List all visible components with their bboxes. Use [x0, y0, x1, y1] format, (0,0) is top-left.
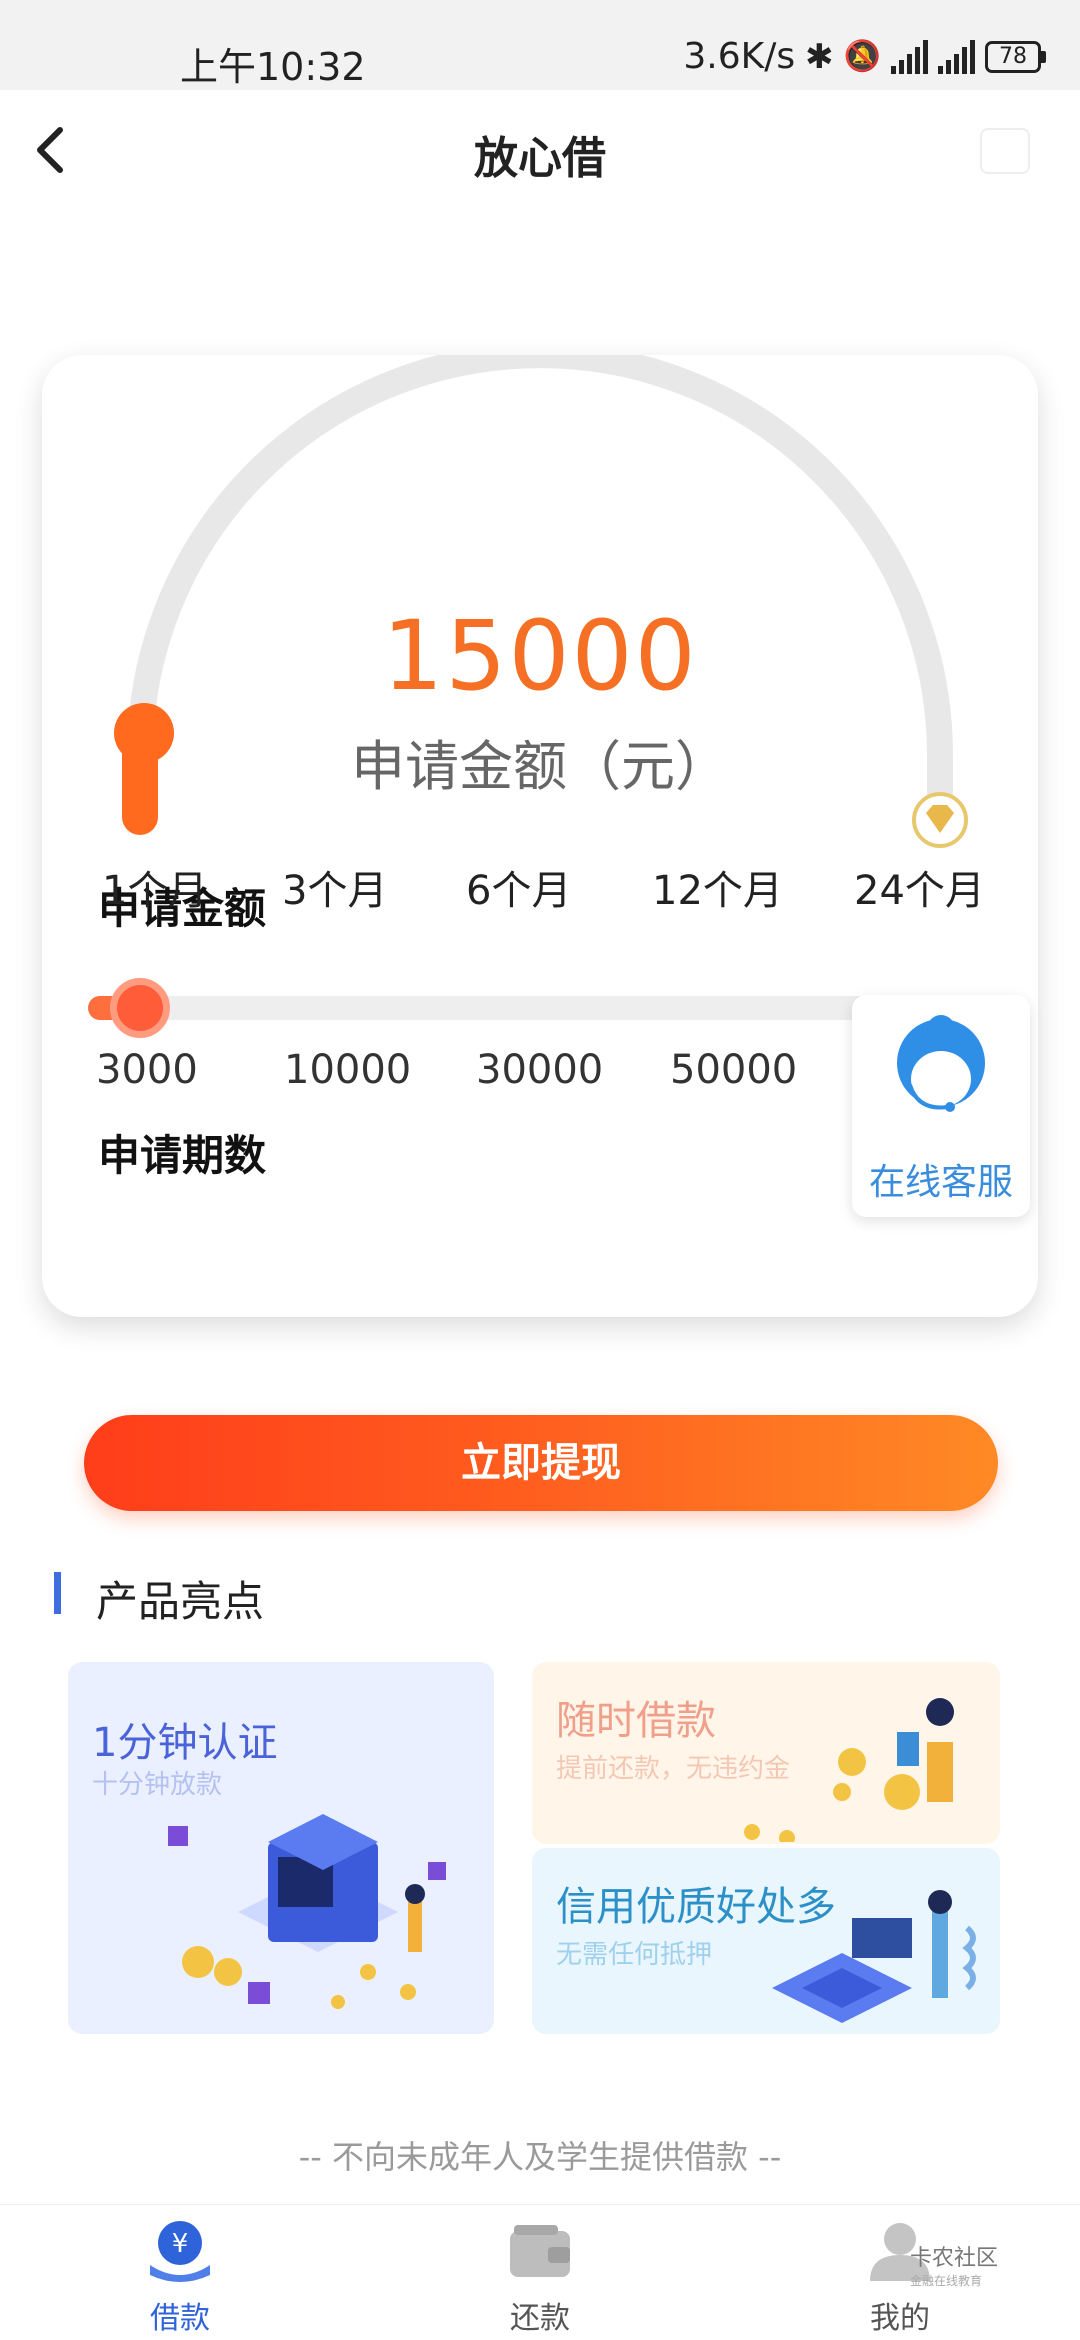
feature-subtitle: 无需任何抵押 — [556, 1940, 713, 1970]
amount-tick[interactable]: 50000 — [670, 1047, 797, 1093]
server-illustration-icon — [168, 1814, 446, 2009]
nav-label: 借款 — [150, 2301, 210, 2336]
amount-value: 15000 — [382, 600, 698, 712]
section-accent-bar — [54, 1572, 61, 1614]
disclaimer: -- 不向未成年人及学生提供借款 -- — [298, 2138, 782, 2176]
customer-service-label: 在线客服 — [868, 1162, 1013, 1203]
amount-slider-track[interactable] — [88, 996, 908, 1020]
battery-level: 78 — [985, 40, 1041, 73]
loan-icon: ¥ — [150, 2221, 210, 2282]
highlights-title: 产品亮点 — [96, 1577, 265, 1626]
bluetooth-icon: ✱ — [805, 36, 834, 77]
coins-illustration-icon — [744, 1698, 954, 1842]
status-bar: 上午10:32 3.6K/s ✱ 🔕 78 — [0, 0, 1080, 90]
withdraw-button[interactable]: 立即提现 — [84, 1415, 998, 1511]
period-section-title: 申请期数 — [98, 1131, 267, 1180]
headset-agent-icon — [897, 1015, 985, 1112]
signal-4g-icon — [938, 39, 975, 74]
nav-item-loan[interactable]: ¥ 借款 — [60, 2205, 300, 2340]
watermark-title: 卡农社区 — [910, 2246, 999, 2271]
period-option[interactable]: 1个月 — [102, 858, 207, 916]
message-icon[interactable] — [980, 128, 1030, 174]
credit-illustration-icon — [772, 1890, 976, 2023]
feature-card-anytime[interactable]: 随时借款 提前还款，无违约金 — [532, 1662, 1000, 1844]
period-option[interactable]: 12个月 — [652, 858, 783, 916]
amount-caption: 申请金额（元） — [351, 735, 729, 798]
battery-icon: 78 — [985, 40, 1046, 73]
nav-item-repay[interactable]: 还款 — [420, 2205, 660, 2340]
app-header: 放心借 — [0, 90, 1080, 210]
amount-tick[interactable]: 30000 — [476, 1047, 603, 1093]
amount-tick[interactable]: 3000 — [96, 1047, 198, 1093]
period-options: 1个月 3个月 6个月 12个月 24个月 — [60, 858, 990, 914]
period-option[interactable]: 6个月 — [466, 858, 571, 916]
status-icons: 3.6K/s ✱ 🔕 78 — [683, 36, 1046, 77]
amount-tick[interactable]: 10000 — [284, 1047, 411, 1093]
nav-label: 我的 — [870, 2301, 930, 2336]
amount-slider-thumb[interactable] — [110, 978, 170, 1038]
feature-card-credit[interactable]: 信用优质好处多 无需任何抵押 — [532, 1848, 1000, 2034]
wallet-icon — [510, 2225, 570, 2277]
network-speed: 3.6K/s — [683, 36, 796, 77]
signal-5g-icon — [891, 39, 928, 74]
amount-ticks: 3000 10000 30000 50000 — [96, 1047, 896, 1101]
feature-title: 1分钟认证 — [92, 1720, 278, 1766]
feature-card-verify[interactable]: 1分钟认证 十分钟放款 — [68, 1662, 494, 2034]
watermark: 卡农社区 金融在线教育 — [910, 2248, 998, 2292]
feature-subtitle: 十分钟放款 — [92, 1770, 223, 1800]
customer-service-button[interactable]: 在线客服 — [852, 995, 1030, 1217]
feature-title: 随时借款 — [556, 1698, 716, 1744]
watermark-subtitle: 金融在线教育 — [910, 2274, 983, 2288]
status-time: 上午10:32 — [180, 45, 366, 89]
period-option[interactable]: 3个月 — [282, 858, 387, 916]
diamond-icon — [912, 792, 968, 848]
page-title: 放心借 — [474, 133, 606, 184]
period-option[interactable]: 24个月 — [854, 858, 985, 916]
svg-text:¥: ¥ — [172, 2229, 189, 2259]
mute-icon: 🔕 — [843, 39, 881, 74]
nav-label: 还款 — [510, 2301, 570, 2336]
